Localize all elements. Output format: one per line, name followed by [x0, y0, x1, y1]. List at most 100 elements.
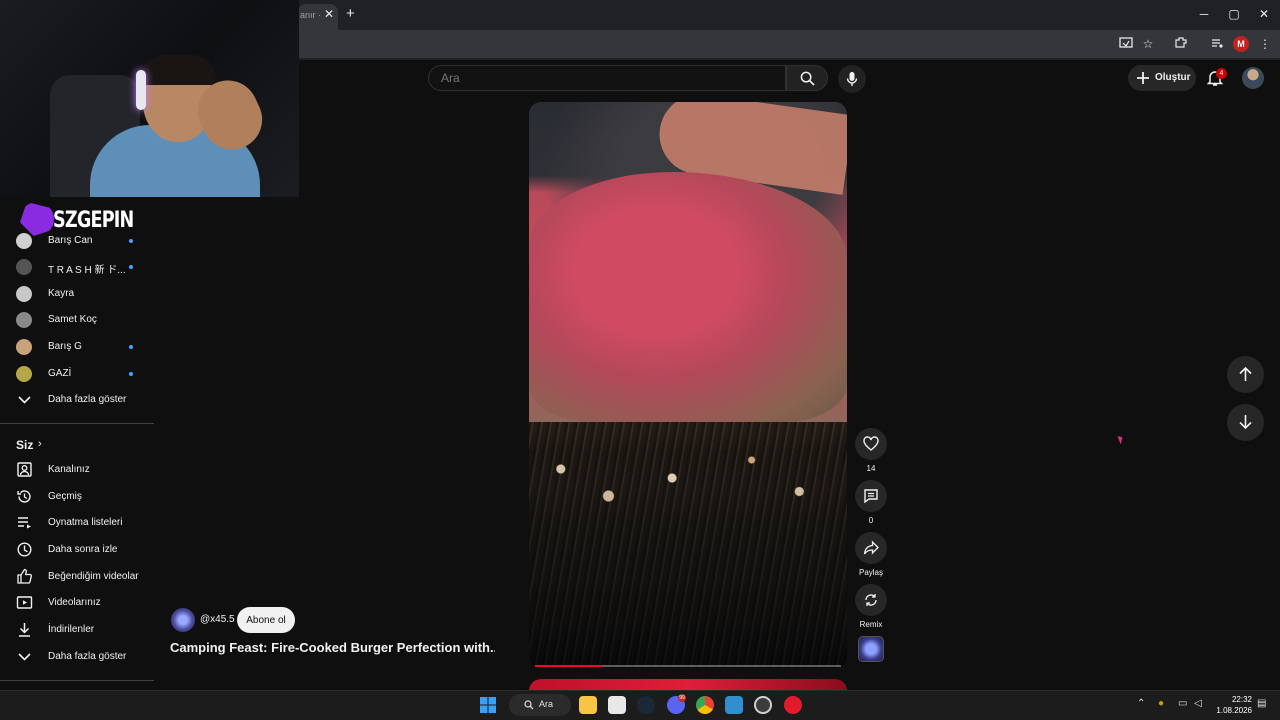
voice-search-button[interactable] — [838, 65, 866, 93]
sound-channel-thumbnail[interactable] — [858, 636, 884, 662]
arrow-down-icon — [1239, 415, 1252, 430]
microphone-icon — [846, 72, 858, 86]
subscription-label: Kayra — [48, 288, 75, 299]
notification-count-badge: 4 — [1216, 68, 1227, 79]
file-explorer-icon[interactable] — [579, 696, 597, 714]
remix-label: Remix — [859, 620, 883, 629]
your-videos-icon — [16, 596, 33, 609]
notification-center-icon[interactable]: ▤ — [1257, 698, 1266, 709]
new-content-dot — [129, 372, 133, 376]
comment-icon — [864, 489, 878, 504]
chevron-down-icon — [18, 396, 31, 404]
store-icon[interactable] — [608, 696, 626, 714]
video-title[interactable]: Camping Feast: Fire-Cooked Burger Perfec… — [170, 640, 495, 655]
subscription-item[interactable]: Barış G — [0, 334, 154, 360]
sidebar-item-history[interactable]: Geçmiş — [0, 484, 154, 510]
tray-overflow-icon[interactable]: ⌃ — [1137, 698, 1145, 709]
create-button[interactable]: Oluştur — [1128, 65, 1196, 91]
microphone-tray-icon[interactable]: ● — [1158, 698, 1164, 709]
create-label: Oluştur — [1155, 72, 1191, 83]
browser-profile-avatar[interactable]: M — [1233, 36, 1249, 52]
sidebar-item-label: İndirilenler — [48, 624, 95, 635]
sidebar-item-label: Beğendiğim videolar — [48, 571, 139, 582]
sidebar-divider — [0, 423, 154, 424]
taskbar-search[interactable]: Ara — [509, 694, 571, 716]
search-box[interactable] — [428, 65, 786, 91]
plus-icon — [1137, 72, 1149, 84]
show-more-subscriptions[interactable]: Daha fazla göster — [0, 387, 154, 413]
comments-button[interactable] — [855, 480, 887, 512]
extensions-icon[interactable] — [1173, 36, 1189, 52]
watch-later-icon — [17, 542, 32, 557]
sidebar-item-watch-later[interactable]: Daha sonra izle — [0, 537, 154, 563]
steam-icon[interactable] — [637, 696, 655, 714]
subscription-item[interactable]: Barış Can — [0, 228, 154, 254]
like-button[interactable] — [855, 428, 887, 460]
playlists-icon — [18, 517, 31, 529]
obs-icon[interactable] — [754, 696, 772, 714]
remix-button[interactable] — [855, 584, 887, 616]
channel-avatar[interactable] — [171, 608, 195, 632]
subscription-item[interactable]: Kayra — [0, 281, 154, 307]
sidebar-item-label: Daha sonra izle — [48, 544, 118, 555]
show-more-you-items[interactable]: Daha fazla göster — [0, 644, 154, 670]
you-section-header[interactable]: Siz — [16, 438, 33, 452]
minimize-button[interactable]: ─ — [1196, 7, 1212, 21]
channel-handle[interactable]: @x45.5 — [200, 614, 235, 625]
search-icon — [524, 700, 534, 710]
show-more-label: Daha fazla göster — [48, 651, 127, 662]
new-tab-button[interactable]: + — [346, 5, 355, 22]
media-controls-icon[interactable] — [1209, 36, 1225, 52]
close-window-button[interactable]: ✕ — [1256, 7, 1272, 21]
sidebar-item-playlists[interactable]: Oynatma listeleri — [0, 510, 154, 536]
sidebar-item-label: Oynatma listeleri — [48, 517, 123, 528]
subscription-item[interactable]: T R A S H 新 ド... — [0, 254, 154, 280]
search-input[interactable] — [441, 71, 761, 85]
history-icon — [17, 490, 31, 503]
taskbar-time[interactable]: 22:32 — [1216, 695, 1252, 704]
mouse-cursor-icon — [1117, 434, 1125, 445]
sidebar-item-liked-videos[interactable]: Beğendiğim videolar — [0, 564, 154, 590]
sidebar-item-downloads[interactable]: İndirilenler — [0, 617, 154, 643]
channel-avatar — [16, 233, 32, 249]
chrome-icon[interactable] — [696, 696, 714, 714]
chevron-right-icon[interactable]: › — [38, 438, 42, 450]
taskbar-date[interactable]: 1.08.2026 — [1206, 706, 1252, 715]
short-video-player[interactable] — [529, 102, 847, 668]
burger-patty — [529, 172, 847, 422]
subscription-item[interactable]: Samet Koç — [0, 307, 154, 333]
previous-short-button[interactable] — [1227, 356, 1264, 393]
share-button[interactable] — [855, 532, 887, 564]
cast-icon[interactable] — [1118, 36, 1134, 52]
tab-close-icon[interactable]: ✕ — [324, 7, 334, 21]
thumbs-up-icon — [17, 568, 32, 584]
subscription-label: GAZİ — [48, 368, 72, 379]
search-icon — [800, 71, 815, 86]
streamer-webcam — [0, 0, 299, 197]
subscription-item[interactable]: GAZİ — [0, 361, 154, 387]
subscription-label: Barış G — [48, 341, 82, 352]
channel-icon — [17, 462, 32, 477]
sidebar-item-your-channel[interactable]: Kanalınız — [0, 457, 154, 483]
comment-count: 0 — [868, 516, 874, 525]
media-player-icon[interactable] — [784, 696, 802, 714]
bookmark-star-icon[interactable]: ☆ — [1140, 36, 1156, 52]
video-progress-fill — [535, 665, 603, 667]
subscribe-button[interactable]: Abone ol — [237, 607, 295, 633]
video-progress-bar[interactable] — [535, 665, 841, 667]
search-button[interactable] — [786, 65, 828, 91]
new-content-dot — [129, 265, 133, 269]
subscription-label: Barış Can — [48, 235, 93, 246]
network-icon[interactable]: ▭ — [1178, 698, 1187, 709]
arrow-up-icon — [1239, 366, 1252, 381]
account-avatar[interactable] — [1242, 67, 1264, 89]
maximize-button[interactable]: ▢ — [1226, 7, 1242, 21]
browser-menu-icon[interactable]: ⋮ — [1257, 36, 1273, 52]
next-short-button[interactable] — [1227, 404, 1264, 441]
download-icon — [19, 623, 30, 637]
sidebar-item-your-videos[interactable]: Videolarınız — [0, 590, 154, 616]
app-icon[interactable] — [725, 696, 743, 714]
windows-start-icon[interactable] — [479, 696, 497, 714]
volume-icon[interactable]: ◁ — [1194, 698, 1202, 709]
new-content-dot — [129, 239, 133, 243]
